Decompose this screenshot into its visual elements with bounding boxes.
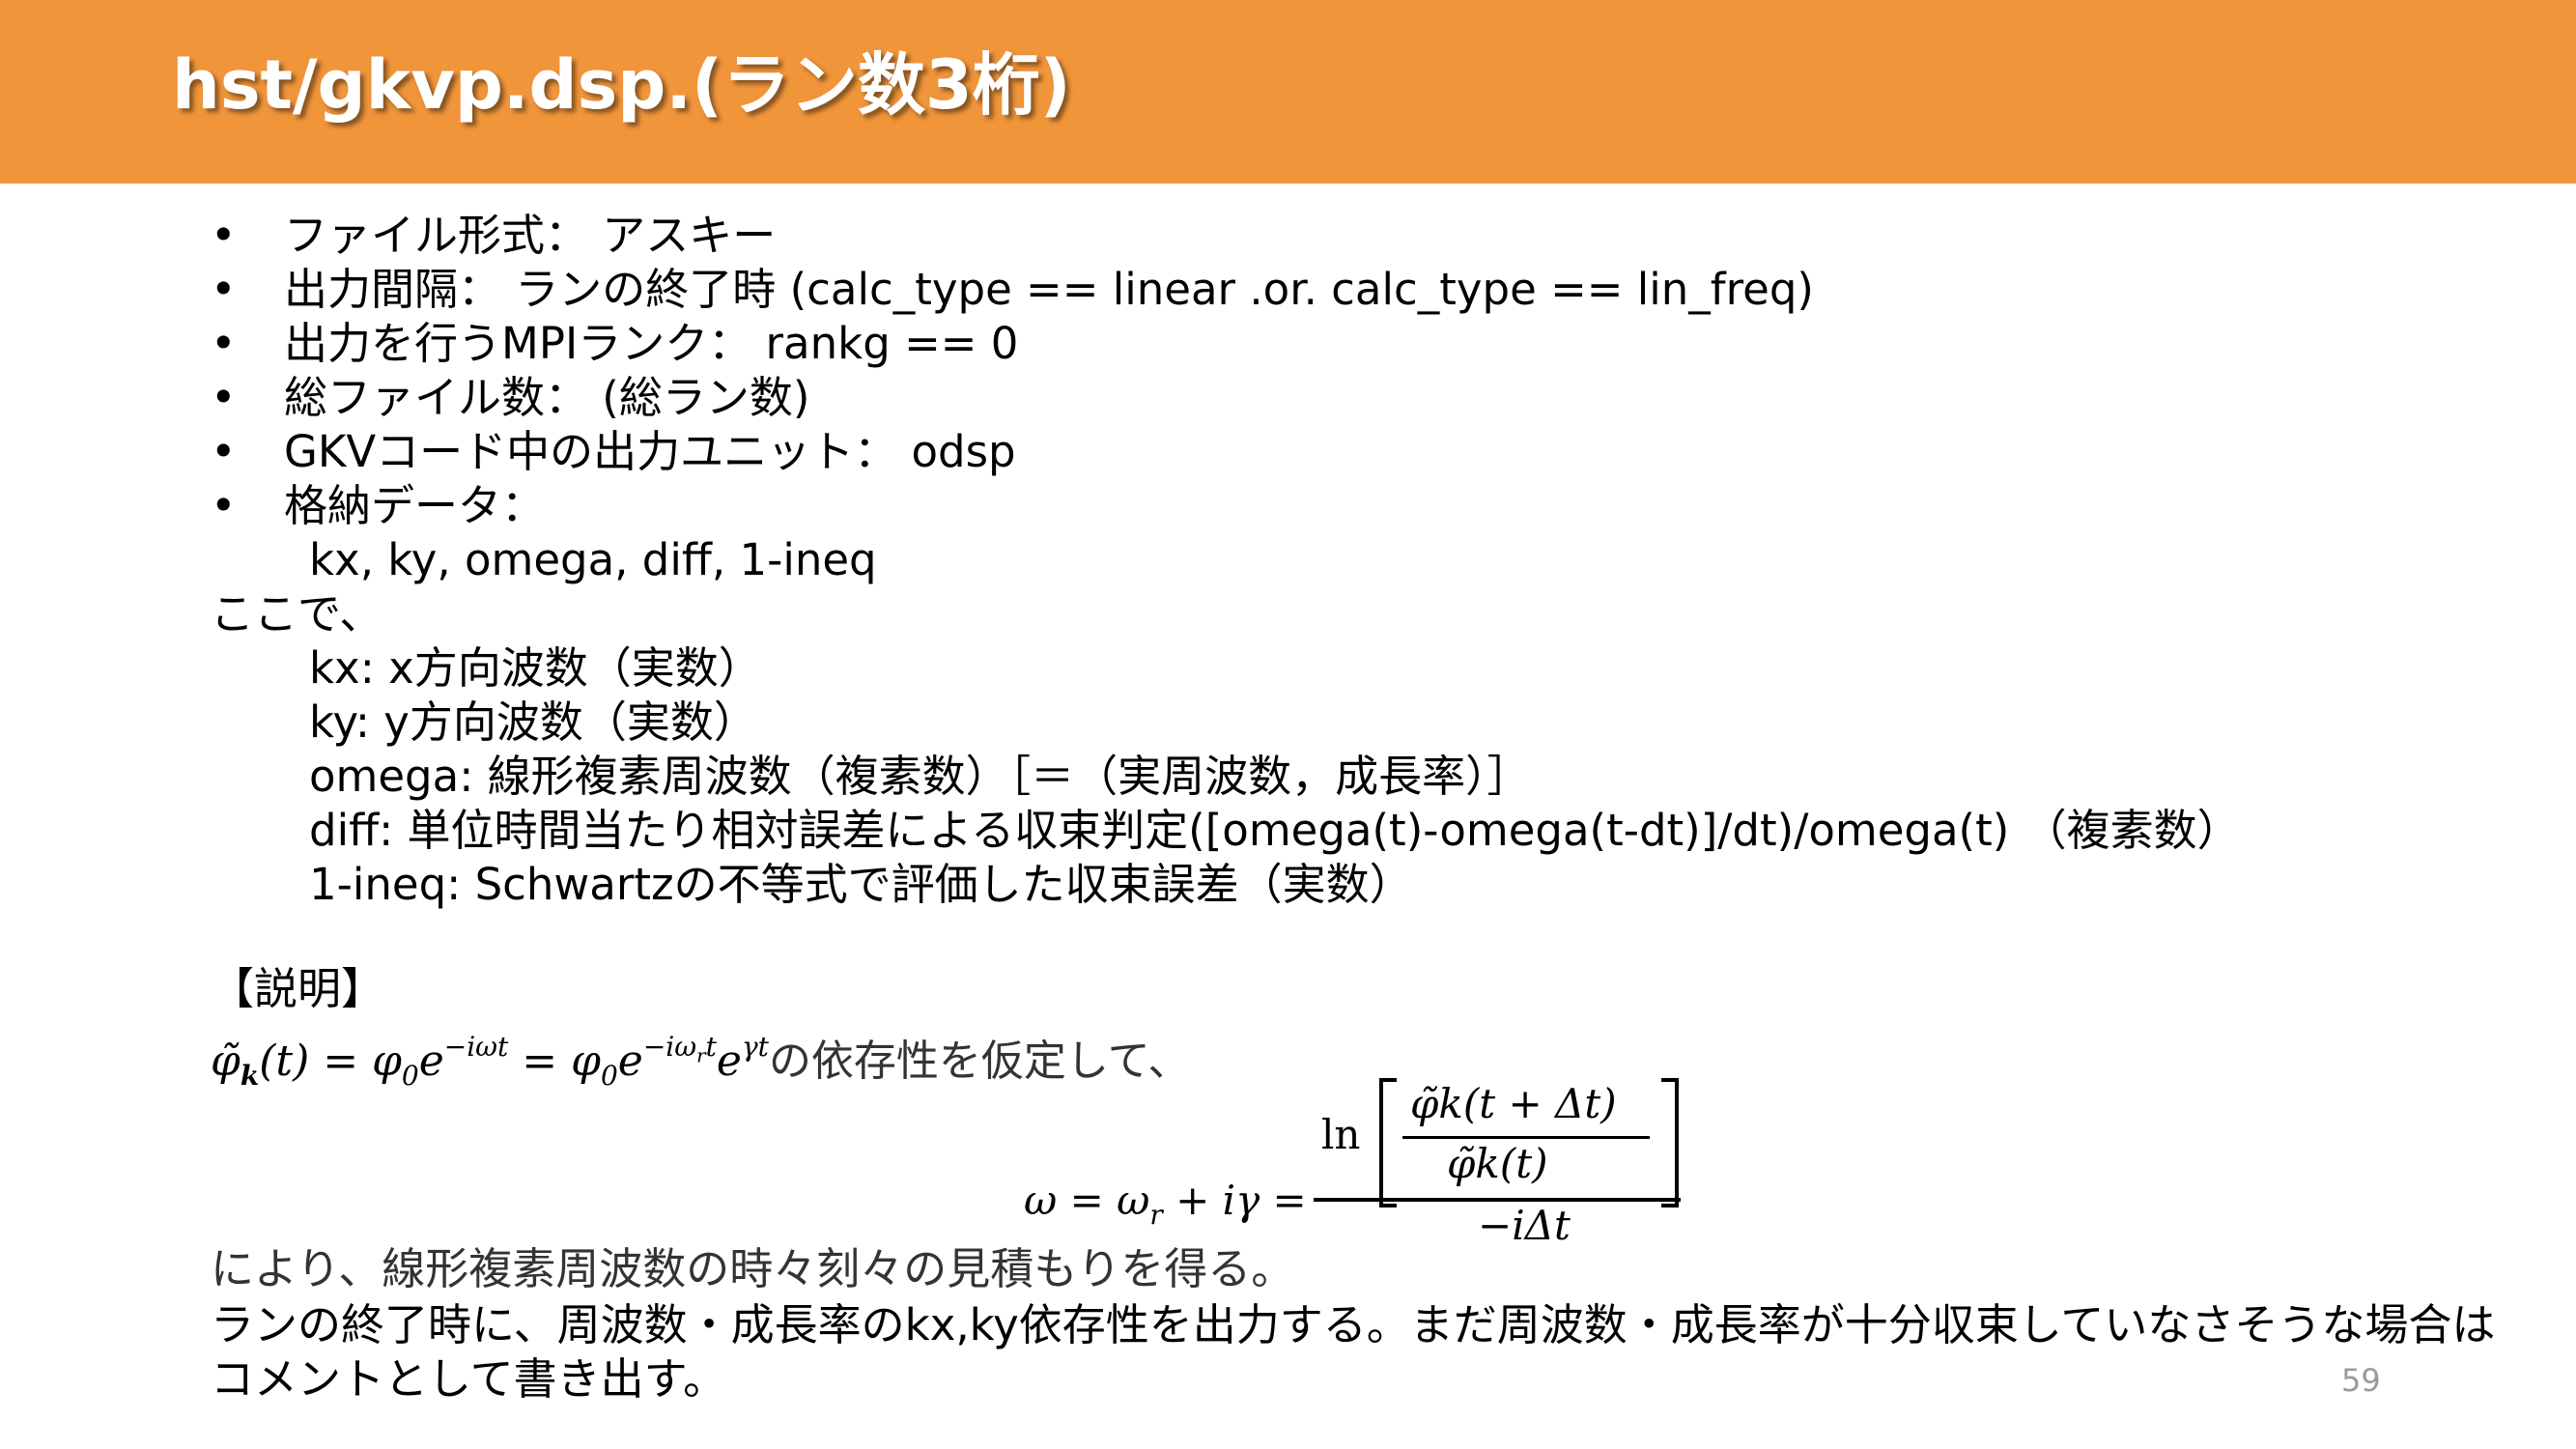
left-bracket [1379, 1078, 1397, 1208]
bullet-text: 出力間隔： ランの終了時 (calc_type == linear .or. c… [284, 264, 1814, 315]
bullet-text: 出力を行うMPIランク： rankg == 0 [284, 318, 1019, 369]
equation-assumption: φ̃k(t) = φ0e−iωt = φ0e−iωrteγtの依存性を仮定して、 [211, 1016, 1190, 1092]
explanation-heading: 【説明】 [211, 963, 385, 1014]
explanation-line: により、線形複素周波数の時々刻々の見積もりを得る。 [211, 1243, 1295, 1294]
equation-lhs: ω = ωr + iγ = [1024, 1177, 1307, 1231]
bullet-icon: • [211, 210, 237, 261]
summary-line-2: コメントとして書き出す。 [211, 1353, 727, 1405]
definition-omega: omega: 線形複素周波数（複素数）［＝（実周波数，成長率）］ [309, 751, 1531, 802]
bullet-icon: • [211, 426, 237, 477]
equation-denominator: −iΔt [1478, 1202, 1571, 1249]
equation-omega: ω = ωr + iγ = ln φ̃k(t + Δt) φ̃k(t) −iΔt [1024, 1070, 1681, 1254]
summary-line-1: ランの終了時に、周波数・成長率のkx,ky依存性を出力する。まだ周波数・成長率が… [211, 1299, 2496, 1350]
bullet-icon: • [211, 480, 237, 531]
bullet-icon: • [211, 318, 237, 369]
stored-data-list: kx, ky, omega, diff, 1-ineq [309, 534, 877, 585]
title-bar: hst/gkvp.dsp.(ラン数3桁) [0, 0, 2576, 184]
definition-kx: kx: x方向波数（実数） [309, 642, 762, 694]
where-label: ここで、 [211, 588, 383, 639]
bullet-icon: • [211, 264, 237, 315]
inner-fraction-bar [1402, 1136, 1650, 1139]
page-number: 59 [2341, 1362, 2381, 1399]
slide-title: hst/gkvp.dsp.(ラン数3桁) [172, 45, 1071, 125]
bullet-text: 総ファイル数： (総ラン数) [284, 372, 810, 423]
definition-ky: ky: y方向波数（実数） [309, 696, 757, 748]
bullet-icon: • [211, 372, 237, 423]
equation-phi-assumption: φ̃k(t) = φ0e−iωt = φ0e−iωrteγt [211, 1031, 769, 1092]
bullet-text: GKVコード中の出力ユニット： odsp [284, 426, 1016, 477]
inner-denominator: φ̃k(t) [1447, 1140, 1548, 1187]
definition-diff: diff: 単位時間当たり相対誤差による収束判定([omega(t)-omega… [309, 805, 2241, 856]
definition-1-ineq: 1-ineq: Schwartzの不等式で評価した収束誤差（実数） [309, 859, 1413, 910]
inner-numerator: φ̃k(t + Δt) [1410, 1080, 1617, 1127]
bullet-text: ファイル形式： アスキー [284, 210, 777, 261]
bullet-text: 格納データ： [284, 480, 546, 531]
right-bracket [1661, 1078, 1679, 1208]
ln-operator: ln [1321, 1111, 1361, 1158]
